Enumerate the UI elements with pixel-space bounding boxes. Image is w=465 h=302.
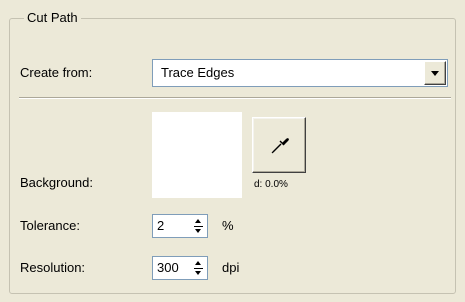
resolution-unit: dpi: [222, 260, 240, 275]
tolerance-spinbox[interactable]: 2: [152, 214, 208, 238]
resolution-value: 300: [157, 260, 179, 275]
tolerance-label: Tolerance:: [20, 218, 80, 233]
background-label: Background:: [20, 175, 93, 190]
resolution-decrement-button[interactable]: [191, 268, 206, 278]
distance-readout: d: 0.0%: [254, 179, 288, 190]
chevron-down-icon: [431, 71, 439, 76]
group-title: Cut Path: [24, 9, 81, 27]
tolerance-value: 2: [157, 218, 165, 233]
background-color-swatch[interactable]: [152, 112, 242, 198]
tolerance-decrement-button[interactable]: [191, 226, 206, 236]
create-from-dropdown[interactable]: Trace Edges: [152, 59, 448, 87]
resolution-spinbox[interactable]: 300: [152, 256, 208, 280]
create-from-label: Create from:: [20, 65, 93, 80]
resolution-increment-button[interactable]: [191, 258, 206, 268]
eyedropper-button[interactable]: [252, 117, 306, 173]
resolution-label: Resolution:: [20, 260, 86, 275]
eyedropper-icon: [271, 138, 289, 154]
separator: [19, 97, 451, 99]
resolution-spin-arrows: [191, 258, 206, 278]
tolerance-unit: %: [222, 218, 234, 233]
tolerance-spin-arrows: [191, 216, 206, 236]
tolerance-increment-button[interactable]: [191, 216, 206, 226]
create-from-value: Trace Edges: [161, 65, 235, 80]
dropdown-button[interactable]: [424, 61, 446, 85]
